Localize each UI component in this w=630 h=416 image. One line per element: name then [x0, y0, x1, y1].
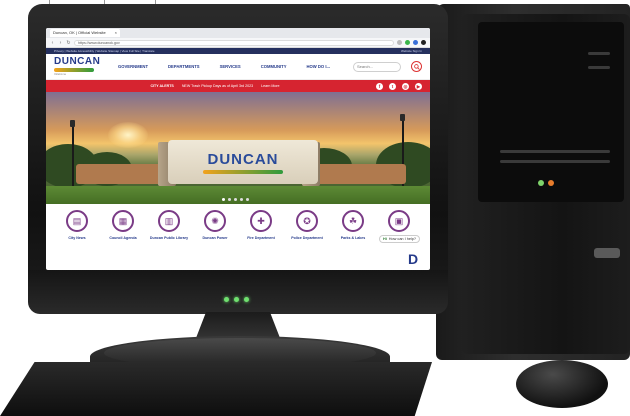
quick-link-parks-lakes[interactable]: ☘ Parks & Lakes [333, 210, 373, 240]
sign-in-link[interactable]: Website Sign In [401, 49, 422, 53]
quick-link-police-department[interactable]: ✪ Police Department [287, 210, 327, 240]
extension-icon[interactable] [413, 40, 418, 45]
park-icon: ☘ [342, 210, 364, 232]
lamp-head [70, 120, 75, 127]
quick-link-library[interactable]: ▥ Duncan Public Library [149, 210, 189, 240]
alert-message: NEW Trash Pickup Days as of April 3rd 20… [181, 84, 254, 88]
quick-link-fire-department[interactable]: ✚ Fire Department [241, 210, 281, 240]
monitor-bezel [28, 270, 448, 314]
keyboard [0, 362, 432, 416]
monitor-led [234, 297, 239, 302]
utilities-icon: ▣ [388, 210, 410, 232]
city-sign-text: DUNCAN [207, 150, 279, 168]
close-icon[interactable]: × [115, 29, 117, 37]
search-icon [413, 63, 420, 70]
utility-links[interactable]: Privacy | Website Accessibility | Websit… [54, 49, 155, 53]
facebook-icon[interactable]: f [376, 82, 383, 90]
desktop-computer-scene: Duncan, OK | Official Website × ‹ › ↻ ht… [0, 0, 630, 416]
tower-button[interactable] [594, 248, 620, 258]
quick-link-label: Council Agenda [109, 236, 137, 240]
profile-icon[interactable] [421, 40, 426, 45]
quick-link-label: Parks & Lakes [340, 236, 366, 240]
quick-link-duncan-power[interactable]: ✺ Duncan Power [195, 210, 235, 240]
youtube-icon[interactable]: ▶ [415, 82, 422, 90]
carousel-dots [222, 198, 249, 201]
badge-icon: ✪ [296, 210, 318, 232]
brand-mark-icon: D [408, 251, 419, 267]
agenda-icon: ▦ [112, 210, 134, 232]
hero-banner: DUNCAN [46, 92, 430, 204]
nav-community[interactable]: COMMUNITY [261, 64, 287, 69]
mouse [516, 360, 608, 408]
chat-prefix: Hi [382, 237, 387, 241]
alert-text: CITY ALERTS NEW Trash Pickup Days as of … [54, 84, 376, 88]
logo-subtitle: Oklahoma [54, 73, 66, 76]
quick-links: ▤ City News ▦ Council Agenda ▥ Duncan Pu… [46, 204, 430, 240]
site-logo[interactable]: DUNCAN Oklahoma [54, 57, 108, 76]
browser-tab-strip: Duncan, OK | Official Website × [46, 28, 430, 38]
carousel-dot[interactable] [228, 198, 231, 201]
sign-swoosh [203, 169, 283, 174]
search-input[interactable]: Search... [353, 61, 401, 72]
drive-slot [500, 150, 610, 153]
street-lamp [72, 124, 74, 186]
quick-link-council-agenda[interactable]: ▦ Council Agenda [103, 210, 143, 240]
main-nav: GOVERNMENT DEPARTMENTS SERVICES COMMUNIT… [118, 64, 343, 69]
newspaper-icon: ▤ [66, 210, 88, 232]
sunset-glow [108, 122, 148, 148]
carousel-dot[interactable] [234, 198, 237, 201]
quick-link-label: Duncan Public Library [149, 236, 189, 240]
quick-link-label: City News [68, 236, 86, 240]
address-bar[interactable]: https://www.duncanok.gov [74, 39, 394, 46]
nav-departments[interactable]: DEPARTMENTS [168, 64, 200, 69]
forward-icon[interactable]: › [58, 40, 63, 46]
tab-title: Duncan, OK | Official Website [53, 30, 106, 35]
carousel-dot[interactable] [222, 198, 225, 201]
nav-government[interactable]: GOVERNMENT [118, 64, 148, 69]
logo-swoosh [54, 68, 94, 72]
lamp-head [400, 114, 405, 121]
city-sign: DUNCAN [168, 140, 318, 184]
browser-toolbar: ‹ › ↻ https://www.duncanok.gov [46, 38, 430, 48]
tower-activity-led [548, 180, 554, 186]
search-button[interactable] [411, 61, 422, 72]
logo-text: DUNCAN [54, 56, 101, 67]
fire-icon: ✚ [250, 210, 272, 232]
carousel-dot[interactable] [240, 198, 243, 201]
drive-slot [588, 66, 610, 69]
site-header: DUNCAN Oklahoma GOVERNMENT DEPARTMENTS S… [46, 54, 430, 80]
chat-message: How can I help? [388, 237, 416, 241]
social-links: f t ◎ ▶ [376, 82, 422, 90]
carousel-dot[interactable] [246, 198, 249, 201]
nav-how-do-i[interactable]: HOW DO I... [307, 64, 331, 69]
alert-learn-more-link[interactable]: Learn More [261, 84, 279, 88]
quick-link-label: Duncan Power [202, 236, 228, 240]
quick-link-city-news[interactable]: ▤ City News [57, 210, 97, 240]
lawn [46, 186, 430, 204]
drive-slot [500, 160, 610, 163]
extension-icon[interactable] [397, 40, 402, 45]
reload-icon[interactable]: ↻ [66, 40, 71, 46]
power-icon: ✺ [204, 210, 226, 232]
instagram-icon[interactable]: ◎ [402, 82, 409, 90]
twitter-icon[interactable]: t [389, 82, 396, 90]
monitor-led [224, 297, 229, 302]
monitor-neck [196, 312, 280, 338]
monitor-led [244, 297, 249, 302]
alert-label: CITY ALERTS [150, 84, 174, 88]
book-icon: ▥ [158, 210, 180, 232]
pc-tower-drive-panel [478, 22, 624, 202]
nav-services[interactable]: SERVICES [220, 64, 241, 69]
quick-link-label: Police Department [291, 236, 323, 240]
tower-power-led [538, 180, 544, 186]
browser-tab[interactable]: Duncan, OK | Official Website × [50, 29, 120, 37]
city-alert-bar: CITY ALERTS NEW Trash Pickup Days as of … [46, 80, 430, 92]
back-icon[interactable]: ‹ [50, 40, 55, 46]
chat-widget[interactable]: Hi How can I help? [378, 235, 420, 243]
monitor-screen: Duncan, OK | Official Website × ‹ › ↻ ht… [46, 28, 430, 270]
quick-link-label: Fire Department [247, 236, 275, 240]
extension-icon[interactable] [405, 40, 410, 45]
drive-slot [588, 52, 610, 55]
